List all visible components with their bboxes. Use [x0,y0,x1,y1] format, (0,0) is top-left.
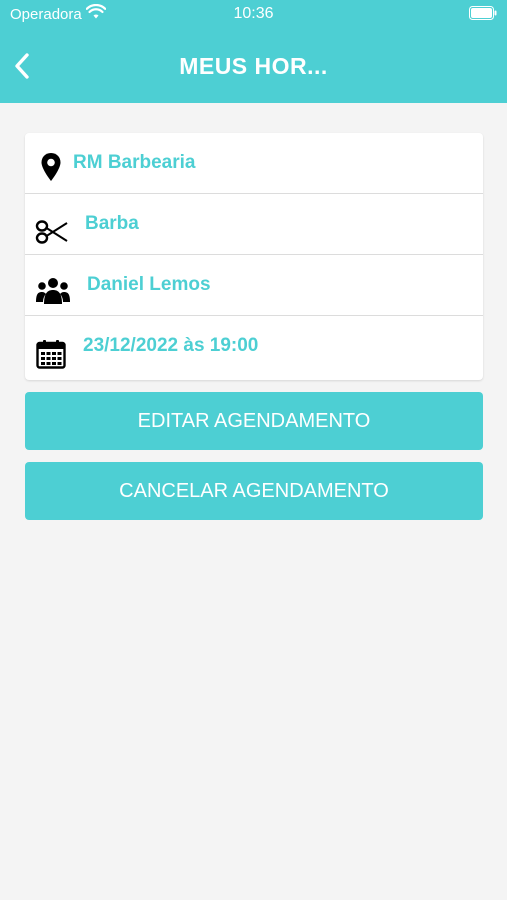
status-time: 10:36 [233,5,274,22]
status-bar: Operadora 10:36 [0,0,507,30]
appointment-card: RM Barbearia Barba Daniel Lemos 23/12/20… [25,133,483,380]
calendar-icon [35,338,67,370]
edit-appointment-button[interactable]: EDITAR AGENDAMENTO [25,392,483,450]
scissors-icon [35,216,69,248]
page-title: MEUS HOR... [179,53,328,79]
users-icon [35,275,71,307]
place-label: RM Barbearia [73,152,196,173]
professional-label: Daniel Lemos [87,274,211,295]
header-bar: Operadora 10:36 MEUS HOR... [0,0,507,103]
datetime-label: 23/12/2022 às 19:00 [83,335,259,356]
appointment-datetime-row: 23/12/2022 às 19:00 [25,316,483,378]
appointment-place-row: RM Barbearia [25,133,483,194]
cancel-appointment-button[interactable]: CANCELAR AGENDAMENTO [25,462,483,520]
service-label: Barba [85,213,139,234]
appointment-service-row: Barba [25,194,483,255]
appointment-professional-row: Daniel Lemos [25,255,483,316]
location-pin-icon [35,151,67,183]
battery-icon [469,6,497,24]
